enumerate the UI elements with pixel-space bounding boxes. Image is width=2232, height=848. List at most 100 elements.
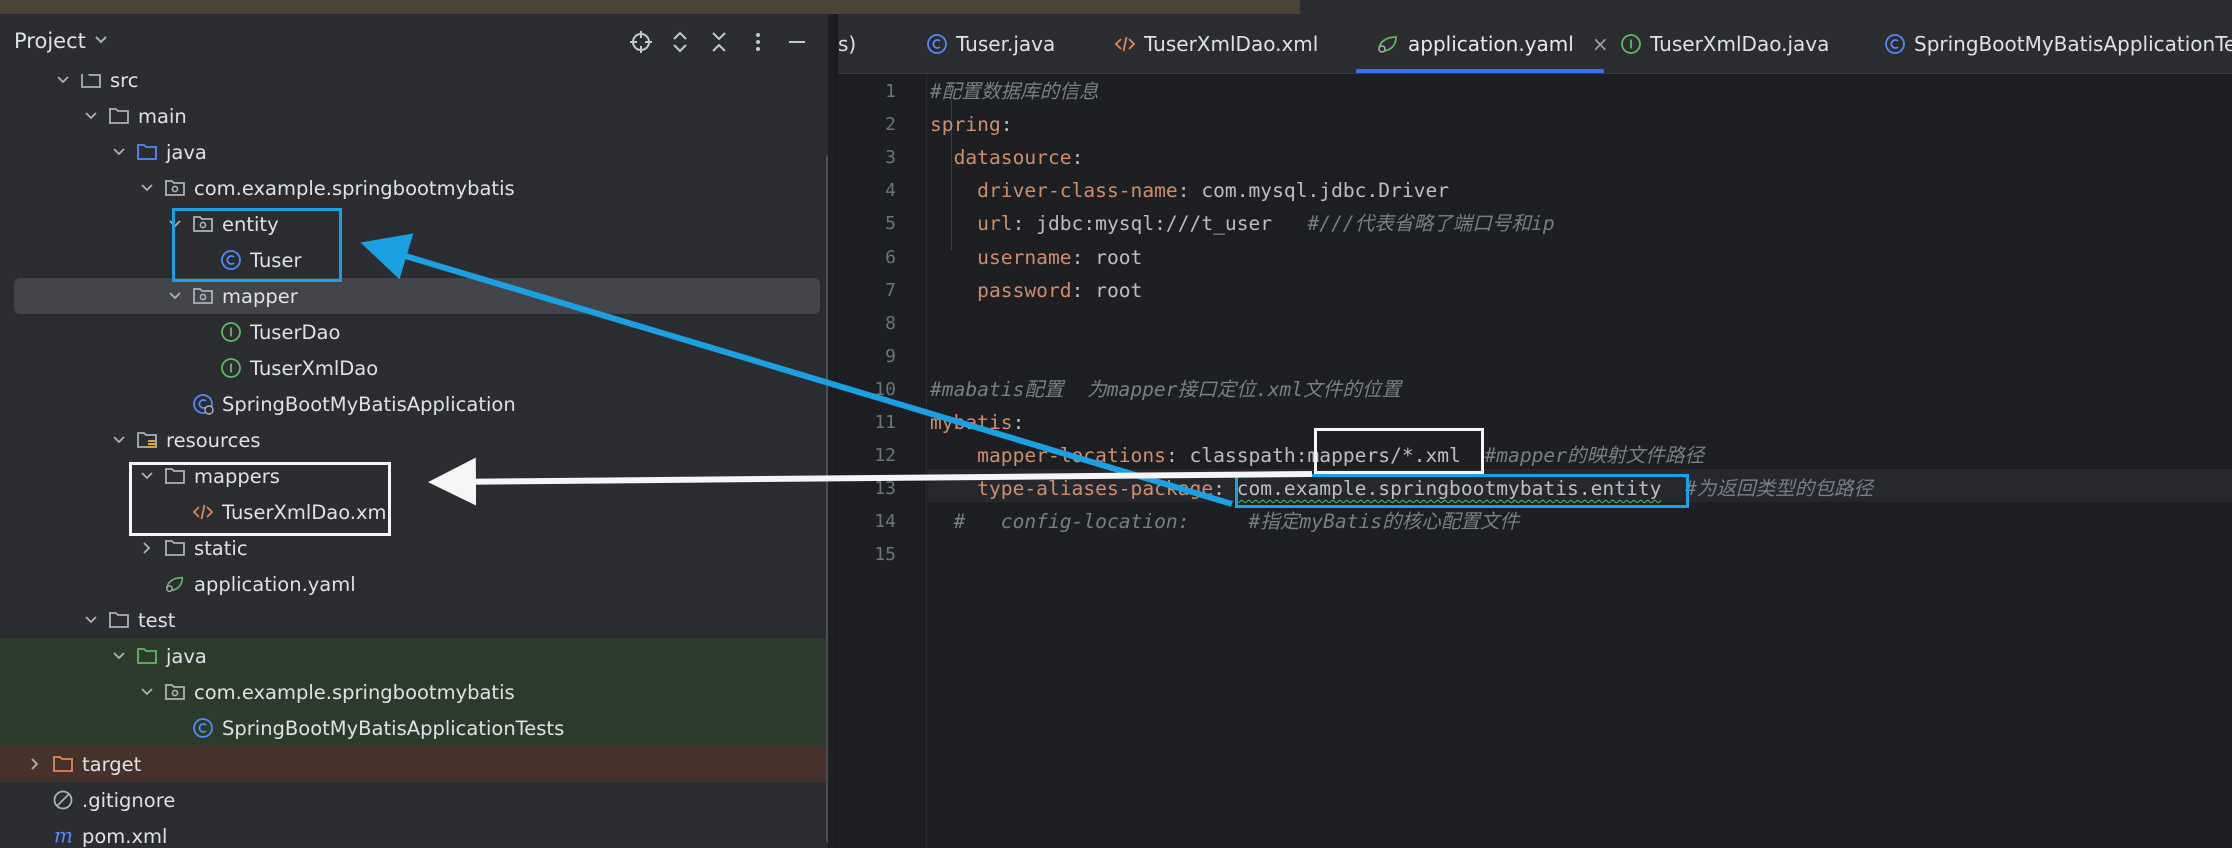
tree-item[interactable]: TuserXmlDao (0, 350, 828, 386)
tree-item[interactable]: entity (0, 206, 828, 242)
more-vert-icon[interactable] (744, 28, 771, 55)
chevron-down-icon[interactable] (108, 141, 130, 163)
line-number: 8 (885, 312, 896, 334)
line-number: 15 (874, 544, 896, 566)
collapse-all-icon[interactable] (705, 28, 732, 55)
tree-item[interactable]: .gitignore (0, 782, 828, 818)
tree-item[interactable]: resources (0, 422, 828, 458)
editor-tab[interactable]: TuserXmlDao.xml (1114, 14, 1319, 73)
chevron-down-icon[interactable] (108, 645, 130, 667)
yaml-comment: #配置数据库的信息 (930, 80, 1099, 103)
tree-item[interactable]: target (0, 746, 828, 782)
crosshair-icon[interactable] (627, 28, 654, 55)
tree-item[interactable]: mapper (14, 278, 820, 314)
yaml-key: url (930, 212, 1013, 236)
editor-tab[interactable]: Tuser.java (926, 14, 1055, 73)
editor-tab[interactable]: TuserXmlDao.java (1620, 14, 1830, 73)
tree-item[interactable]: com.example.springbootmybatis (0, 674, 828, 710)
package-icon (192, 285, 214, 307)
editor-tab[interactable]: application.yaml × (1376, 14, 1609, 73)
xml-file-icon (192, 501, 214, 523)
tree-item[interactable]: java (0, 638, 828, 674)
editor-tab-label: SpringBootMyBatisApplicationTests (1914, 32, 2232, 56)
editor-tab[interactable]: s) (838, 14, 856, 73)
yaml-comment: # config-location: #指定myBatis的核心配置文件 (930, 510, 1520, 534)
yaml-value: : classpath:mappers/*.xml (1165, 444, 1485, 468)
tree-item[interactable]: SpringBootMyBatisApplication (0, 386, 828, 422)
line-number: 12 (874, 445, 896, 467)
chevron-down-icon[interactable] (108, 429, 130, 451)
close-icon[interactable]: × (1592, 32, 1609, 56)
test-source-folder-icon (136, 645, 158, 667)
tree-item-label: static (194, 536, 248, 560)
line-number: 2 (885, 114, 896, 136)
chevron-down-icon[interactable] (136, 465, 158, 487)
expand-all-icon[interactable] (666, 28, 693, 55)
tree-item[interactable]: TuserDao (0, 314, 828, 350)
tree-item-label: SpringBootMyBatisApplication (222, 392, 516, 416)
chevron-down-icon[interactable] (80, 105, 102, 127)
code-line: url: jdbc:mysql:///t_user #///代表省略了端口号和i… (930, 206, 1554, 242)
class-icon (1884, 33, 1906, 55)
chevron-right-icon[interactable] (136, 537, 158, 559)
package-icon (164, 177, 186, 199)
window-top-strip (0, 0, 2232, 14)
tree-item[interactable]: static (0, 530, 828, 566)
tree-item[interactable]: mappers (0, 458, 828, 494)
code-line: # config-location: #指定myBatis的核心配置文件 (930, 504, 1520, 540)
yaml-comment: #mapper的映射文件路径 (1484, 444, 1705, 468)
tree-item[interactable]: SpringBootMyBatisApplicationTests (0, 710, 828, 746)
project-view-selector[interactable]: Project (14, 29, 108, 53)
yaml-key: username (930, 245, 1072, 269)
tree-item[interactable]: java (0, 134, 828, 170)
chevron-down-icon[interactable] (164, 213, 186, 235)
tree-item[interactable]: Tuser (0, 242, 828, 278)
chevron-right-icon[interactable] (24, 753, 46, 775)
chevron-down-icon[interactable] (80, 609, 102, 631)
tree-item[interactable]: com.example.springbootmybatis (0, 170, 828, 206)
code-editor[interactable]: 1 2 3 4 5 6 7 8 9 10 11 12 13 14 15 #配置数据库的信息 spring: d… (838, 74, 2232, 848)
code-line: type-aliases-package: com.example.spring… (930, 471, 1873, 507)
spring-class-icon (192, 393, 214, 415)
yaml-key: driver-class-name (930, 179, 1178, 203)
tree-item-label: .gitignore (82, 788, 176, 812)
line-number-gutter: 1 2 3 4 5 6 7 8 9 10 11 12 13 14 15 (838, 74, 927, 848)
editor-tabs: s) Tuser.java TuserXmlDao.xml application.y… (838, 14, 2232, 74)
tree-item[interactable]: TuserXmlDao.xml (0, 494, 828, 530)
project-panel-header: Project (0, 14, 828, 74)
tree-item[interactable]: main (0, 98, 828, 134)
yaml-key: datasource (930, 146, 1072, 170)
chevron-down-icon[interactable] (136, 681, 158, 703)
editor-tab-label: TuserXmlDao.xml (1144, 32, 1319, 56)
editor-tab-label: TuserXmlDao.java (1650, 32, 1830, 56)
yaml-value: : root (1071, 278, 1143, 302)
package-icon (164, 681, 186, 703)
xml-file-icon (1114, 34, 1136, 54)
tree-item-label: TuserXmlDao (250, 356, 379, 380)
tree-item-label: SpringBootMyBatisApplicationTests (222, 716, 565, 740)
minimize-icon[interactable] (783, 28, 810, 55)
yaml-comment: #mabatis配置 为mapper接口定位.xml文件的位置 (930, 377, 1402, 401)
code-line: #配置数据库的信息 (930, 74, 1099, 110)
chevron-down-icon[interactable] (136, 177, 158, 199)
tree-item[interactable]: m pom.xml (0, 818, 828, 848)
tree-item-label: TuserDao (250, 320, 341, 344)
package-icon (192, 213, 214, 235)
tree-item-label: com.example.springbootmybatis (194, 680, 515, 704)
yaml-value: : (1071, 146, 1084, 170)
tree-item[interactable]: application.yaml (0, 566, 828, 602)
folder-icon (108, 105, 130, 127)
tree-item[interactable]: test (0, 602, 828, 638)
code-line: password: root (930, 273, 1142, 309)
project-panel: src main java com.example.springbootmybatis… (0, 14, 828, 848)
editor-tab[interactable]: SpringBootMyBatisApplicationTests (1884, 14, 2232, 73)
project-scrollbar[interactable] (826, 154, 828, 844)
chevron-down-icon[interactable] (164, 285, 186, 307)
tree-item-label: java (166, 140, 207, 164)
tree-item-label: pom.xml (82, 824, 168, 848)
tree-item-label: entity (222, 212, 279, 236)
window-top-strip-left (0, 0, 1300, 14)
